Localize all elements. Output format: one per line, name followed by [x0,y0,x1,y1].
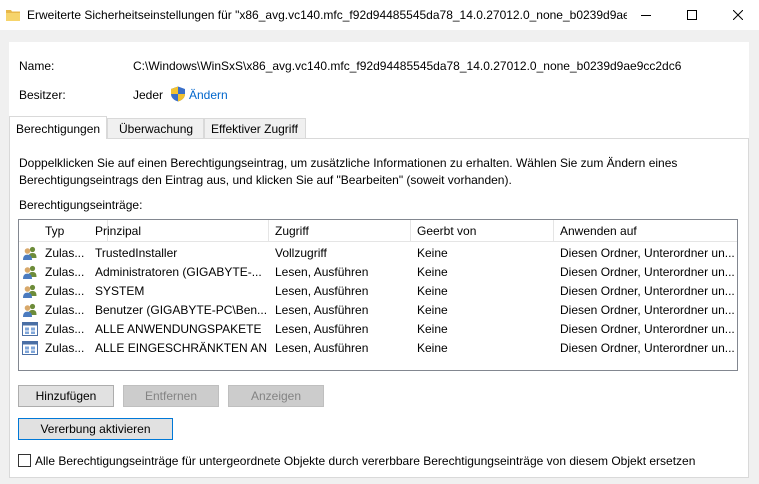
remove-button[interactable]: Entfernen [123,385,219,407]
window-title: Erweiterte Sicherheitseinstellungen für … [27,8,627,22]
table-row[interactable]: Zulas... ALLE EINGESCHRÄNKTEN AN... Lese… [19,339,737,358]
description-line-2: Berechtigungseintrags den Eintrag aus, u… [19,173,512,187]
row-applies-to: Diesen Ordner, Unterordner un... [560,246,735,260]
view-button[interactable]: Anzeigen [228,385,324,407]
row-type: Zulas... [45,341,85,355]
replace-child-permissions-label[interactable]: Alle Berechtigungseinträge für untergeor… [35,454,695,468]
folder-icon [6,10,20,21]
row-access: Lesen, Ausführen [275,265,369,279]
row-principal: ALLE EINGESCHRÄNKTEN AN... [95,341,267,355]
row-applies-to: Diesen Ordner, Unterordner un... [560,322,735,336]
row-inherited-from: Keine [417,303,448,317]
description-line-1: Doppelklicken Sie auf einen Berechtigung… [19,156,678,170]
enable-inheritance-button[interactable]: Vererbung aktivieren [18,418,173,440]
change-owner-link[interactable]: Ändern [189,88,228,102]
close-icon [733,10,743,20]
row-applies-to: Diesen Ordner, Unterordner un... [560,265,735,279]
row-inherited-from: Keine [417,265,448,279]
row-type: Zulas... [45,284,85,298]
maximize-button[interactable] [669,0,715,30]
close-button[interactable] [715,0,759,30]
column-header-applies-to[interactable]: Anwenden auf [554,220,737,242]
row-type: Zulas... [45,303,85,317]
row-principal: SYSTEM [95,284,145,298]
app-package-icon [22,322,38,336]
add-button[interactable]: Hinzufügen [18,385,114,407]
row-type: Zulas... [45,265,85,279]
column-header-principal[interactable]: Prinzipal [89,220,269,242]
owner-value: Jeder [133,88,164,102]
list-header: Typ Prinzipal Zugriff Geerbt von Anwende… [19,220,737,242]
row-access: Vollzugriff [275,246,327,260]
owner-label: Besitzer: [19,88,66,102]
row-applies-to: Diesen Ordner, Unterordner un... [560,284,735,298]
row-inherited-from: Keine [417,322,448,336]
entries-label: Berechtigungseinträge: [19,198,143,212]
name-value: C:\Windows\WinSxS\x86_avg.vc140.mfc_f92d… [133,59,682,73]
row-access: Lesen, Ausführen [275,322,369,336]
table-row[interactable]: Zulas... Administratoren (GIGABYTE-... L… [19,263,737,282]
maximize-icon [687,10,697,20]
minimize-icon [641,15,651,16]
table-row[interactable]: Zulas... TrustedInstaller Vollzugriff Ke… [19,244,737,263]
row-principal: Administratoren (GIGABYTE-... [95,265,262,279]
row-applies-to: Diesen Ordner, Unterordner un... [560,303,735,317]
row-access: Lesen, Ausführen [275,303,369,317]
row-type: Zulas... [45,246,85,260]
tab-permissions[interactable]: Berechtigungen [9,116,107,139]
row-principal: Benutzer (GIGABYTE-PC\Ben... [95,303,267,317]
replace-child-permissions-checkbox[interactable] [18,454,31,467]
column-header-inherited-from[interactable]: Geerbt von [411,220,554,242]
row-principal: TrustedInstaller [95,246,178,260]
title-bar[interactable]: Erweiterte Sicherheitseinstellungen für … [0,0,759,30]
name-label: Name: [19,59,55,73]
user-group-icon [23,265,37,279]
uac-shield-icon [171,86,185,102]
tab-auditing[interactable]: Überwachung [107,118,204,139]
column-header-access[interactable]: Zugriff [269,220,411,242]
app-package-icon [22,341,38,355]
user-group-icon [23,246,37,260]
row-inherited-from: Keine [417,341,448,355]
row-inherited-from: Keine [417,246,448,260]
row-inherited-from: Keine [417,284,448,298]
user-group-icon [23,303,37,317]
table-row[interactable]: Zulas... Benutzer (GIGABYTE-PC\Ben... Le… [19,301,737,320]
row-applies-to: Diesen Ordner, Unterordner un... [560,341,735,355]
table-row[interactable]: Zulas... ALLE ANWENDUNGSPAKETE Lesen, Au… [19,320,737,339]
user-group-icon [23,284,37,298]
row-access: Lesen, Ausführen [275,284,369,298]
row-principal: ALLE ANWENDUNGSPAKETE [95,322,262,336]
minimize-button[interactable] [623,0,669,30]
table-row[interactable]: Zulas... SYSTEM Lesen, Ausführen Keine D… [19,282,737,301]
row-type: Zulas... [45,322,85,336]
permission-entries-list[interactable]: Typ Prinzipal Zugriff Geerbt von Anwende… [18,219,738,371]
row-access: Lesen, Ausführen [275,341,369,355]
tab-effective-access[interactable]: Effektiver Zugriff [204,118,306,139]
